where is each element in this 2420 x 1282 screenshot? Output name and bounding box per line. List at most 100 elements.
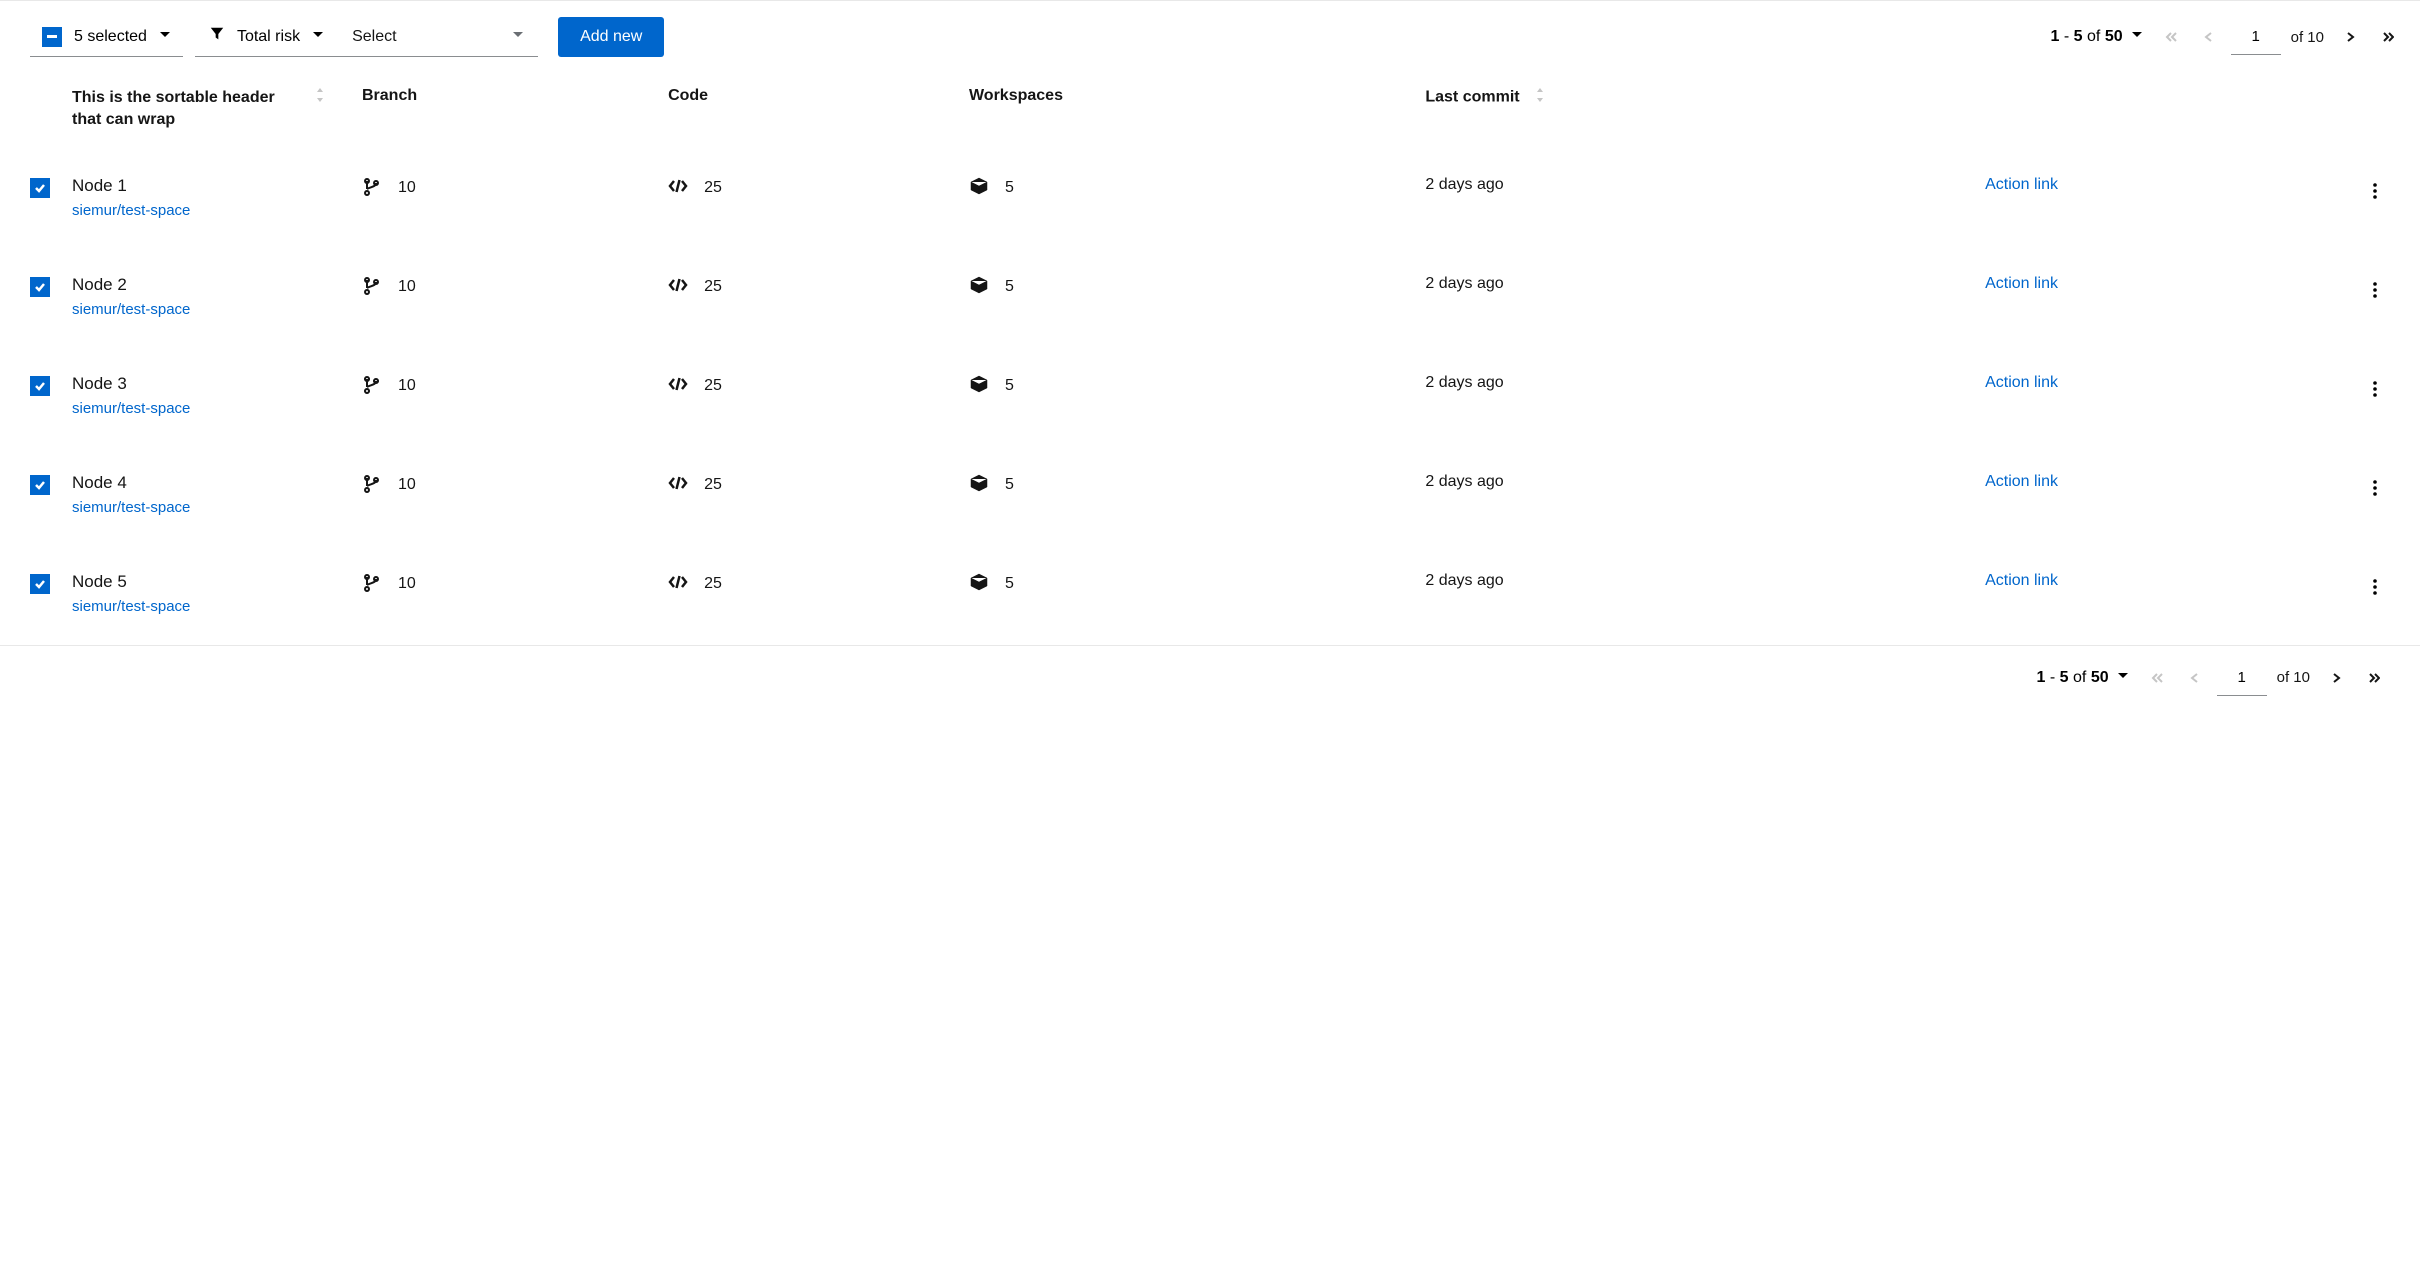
row-last-commit: 2 days ago [1425,473,1503,490]
row-workspaces-value: 5 [1005,278,1014,296]
pagination-of-pages: of 10 [2273,669,2314,686]
pagination-prev-button[interactable] [2179,662,2211,694]
bulk-select-indeterminate-icon [42,27,62,47]
pagination-page-input[interactable] [2217,660,2267,696]
row-checkbox[interactable] [30,178,50,198]
cube-icon [969,572,989,597]
row-branch-value: 10 [398,179,416,197]
row-name: Node 3 [72,374,338,394]
row-action-link[interactable]: Action link [1985,572,2058,589]
pagination-top: 1 - 5 of 50 of 10 [2045,19,2404,55]
branch-icon [362,374,382,399]
row-action-link[interactable]: Action link [1985,374,2058,391]
column-last-commit-header[interactable]: Last commit [1413,73,1973,150]
pagination-range-dropdown[interactable]: 1 - 5 of 50 [2031,665,2135,691]
row-sublink[interactable]: siemur/test-space [72,301,338,318]
pagination-bottom: 1 - 5 of 50 of 10 [2031,660,2390,696]
row-last-commit: 2 days ago [1425,572,1503,589]
row-action-link[interactable]: Action link [1985,176,2058,193]
column-kebab-header [2348,73,2420,150]
bulk-select-label: 5 selected [74,28,147,46]
caret-down-icon [312,28,324,46]
filter-attribute-label: Total risk [237,28,300,46]
branch-icon [362,176,382,201]
cube-icon [969,176,989,201]
code-icon [668,176,688,201]
row-checkbox[interactable] [30,376,50,396]
cube-icon [969,374,989,399]
pagination-last-button[interactable] [2358,662,2390,694]
column-select [0,73,60,150]
row-code-value: 25 [704,377,722,395]
code-icon [668,374,688,399]
column-branch-header: Branch [350,73,656,150]
row-name: Node 1 [72,176,338,196]
row-workspaces-value: 5 [1005,179,1014,197]
pagination-next-button[interactable] [2334,21,2366,53]
filter-value-placeholder: Select [352,28,396,46]
row-name: Node 2 [72,275,338,295]
cube-icon [969,473,989,498]
row-branch-value: 10 [398,377,416,395]
row-action-link[interactable]: Action link [1985,275,2058,292]
row-last-commit: 2 days ago [1425,275,1503,292]
sort-arrows-icon [314,87,326,108]
row-checkbox[interactable] [30,574,50,594]
filter-value-dropdown[interactable]: Select [338,17,538,57]
row-sublink[interactable]: siemur/test-space [72,598,338,615]
cube-icon [969,275,989,300]
column-name-label: This is the sortable header that can wra… [72,87,292,132]
row-sublink[interactable]: siemur/test-space [72,499,338,516]
column-name-header[interactable]: This is the sortable header that can wra… [60,73,350,150]
filter-group: Total risk Select [195,17,538,57]
code-icon [668,572,688,597]
toolbar: 5 selected Total risk Select Add new 1 -… [0,0,2420,73]
caret-down-icon [2131,28,2143,46]
row-sublink[interactable]: siemur/test-space [72,202,338,219]
table-row: Node 4 siemur/test-space 10 25 5 2 days … [0,447,2420,546]
row-sublink[interactable]: siemur/test-space [72,400,338,417]
pagination-next-button[interactable] [2320,662,2352,694]
branch-icon [362,275,382,300]
row-code-value: 25 [704,179,722,197]
row-branch-value: 10 [398,476,416,494]
filter-attribute-dropdown[interactable]: Total risk [195,17,338,57]
row-workspaces-value: 5 [1005,575,1014,593]
column-workspaces-header: Workspaces [957,73,1413,150]
row-kebab-menu[interactable] [2360,473,2390,503]
row-branch-value: 10 [398,278,416,296]
row-branch-value: 10 [398,575,416,593]
pagination-first-button[interactable] [2141,662,2173,694]
pagination-of-pages: of 10 [2287,29,2328,46]
pagination-range-dropdown[interactable]: 1 - 5 of 50 [2045,24,2149,50]
row-last-commit: 2 days ago [1425,374,1503,391]
row-action-link[interactable]: Action link [1985,473,2058,490]
pagination-prev-button[interactable] [2193,21,2225,53]
row-kebab-menu[interactable] [2360,176,2390,206]
data-table: This is the sortable header that can wra… [0,73,2420,645]
funnel-icon [209,26,225,47]
table-header-row: This is the sortable header that can wra… [0,73,2420,150]
row-workspaces-value: 5 [1005,476,1014,494]
row-checkbox[interactable] [30,475,50,495]
row-checkbox[interactable] [30,277,50,297]
sort-arrows-icon [1534,87,1546,108]
caret-down-icon [159,28,171,46]
pagination-page-input[interactable] [2231,19,2281,55]
row-kebab-menu[interactable] [2360,572,2390,602]
bulk-select-dropdown[interactable]: 5 selected [30,17,183,57]
row-code-value: 25 [704,575,722,593]
code-icon [668,473,688,498]
row-kebab-menu[interactable] [2360,275,2390,305]
row-workspaces-value: 5 [1005,377,1014,395]
column-action-header [1973,73,2348,150]
row-kebab-menu[interactable] [2360,374,2390,404]
pagination-last-button[interactable] [2372,21,2404,53]
code-icon [668,275,688,300]
table-row: Node 1 siemur/test-space 10 25 5 2 days … [0,150,2420,249]
row-name: Node 5 [72,572,338,592]
add-new-button[interactable]: Add new [558,17,664,57]
pagination-first-button[interactable] [2155,21,2187,53]
column-code-header: Code [656,73,957,150]
caret-down-icon [512,28,524,46]
